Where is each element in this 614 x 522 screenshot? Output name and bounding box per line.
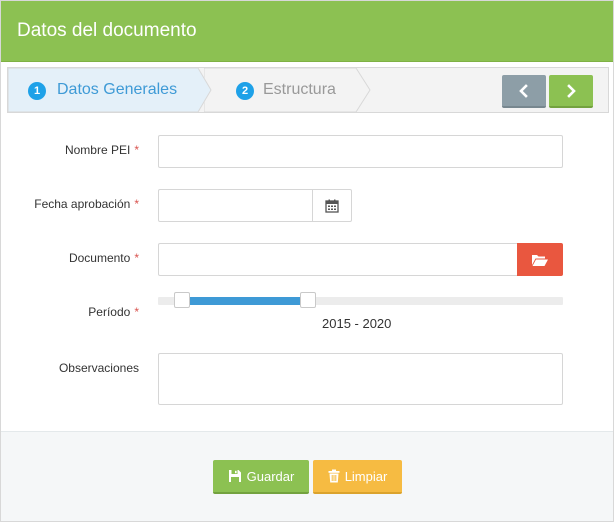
trash-icon [328, 469, 340, 483]
step-2-label: Estructura [263, 81, 336, 98]
form-footer: Guardar Limpiar [1, 431, 613, 521]
panel-title: Datos del documento [17, 20, 197, 41]
step-estructura[interactable]: 2 Estructura [204, 68, 374, 112]
periodo-label: Período * [88, 305, 139, 319]
documento-input[interactable] [158, 243, 518, 276]
step-datos-generales[interactable]: 1 Datos Generales [8, 68, 216, 112]
observaciones-label: Observaciones [59, 361, 139, 375]
nombre-pei-label-text: Nombre PEI [64, 143, 131, 157]
step-1-number: 1 [28, 82, 46, 100]
browse-document-button[interactable] [517, 243, 563, 276]
save-button-label: Guardar [246, 468, 295, 484]
previous-step-button[interactable] [502, 75, 546, 108]
fecha-aprobacion-label-text: Fecha aprobación [34, 197, 131, 211]
fecha-aprobacion-input[interactable] [158, 189, 313, 222]
required-marker: * [134, 197, 139, 211]
chevron-left-icon [519, 83, 528, 98]
clear-button-label: Limpiar [344, 468, 388, 484]
documento-label: Documento * [69, 251, 139, 265]
slider-handle-max[interactable] [299, 292, 316, 308]
nombre-pei-label: Nombre PEI * [65, 143, 139, 157]
required-marker: * [134, 305, 139, 319]
step-2-number: 2 [236, 82, 254, 100]
periodo-range-slider[interactable] [158, 292, 563, 308]
nombre-pei-input[interactable] [158, 135, 563, 168]
observaciones-textarea[interactable] [158, 353, 563, 405]
periodo-label-text: Período [88, 305, 131, 319]
save-button[interactable]: Guardar [213, 460, 309, 494]
clear-button[interactable]: Limpiar [313, 460, 402, 494]
document-panel: Datos del documento 2 Estructura 1 Datos… [0, 0, 614, 522]
required-marker: * [134, 143, 139, 157]
calendar-icon [325, 199, 339, 213]
step-1-label: Datos Generales [57, 81, 178, 98]
slider-selection [182, 297, 308, 305]
documento-label-text: Documento [68, 251, 131, 265]
fecha-aprobacion-label: Fecha aprobación * [34, 197, 139, 211]
wizard-steps: 2 Estructura 1 Datos Generales [7, 67, 609, 113]
chevron-right-icon [567, 83, 576, 98]
periodo-range-value: 2015 - 2020 [322, 316, 392, 331]
calendar-button[interactable] [312, 189, 352, 222]
folder-open-icon [532, 254, 548, 266]
save-icon [228, 470, 241, 482]
slider-handle-min[interactable] [174, 292, 191, 308]
observaciones-label-text: Observaciones [58, 361, 139, 375]
panel-header: Datos del documento [1, 1, 613, 62]
next-step-button[interactable] [549, 75, 593, 108]
required-marker: * [134, 251, 139, 265]
